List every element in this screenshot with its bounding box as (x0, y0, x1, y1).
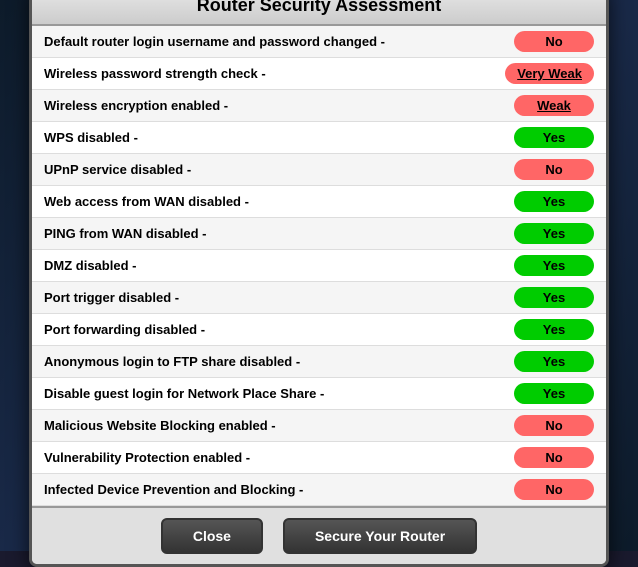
status-badge: No (514, 159, 594, 180)
row-label: Malicious Website Blocking enabled - (44, 418, 514, 433)
table-row: PING from WAN disabled -Yes (32, 218, 606, 250)
status-badge: Yes (514, 191, 594, 212)
row-label: Disable guest login for Network Place Sh… (44, 386, 514, 401)
row-label: WPS disabled - (44, 130, 514, 145)
table-row: Port forwarding disabled -Yes (32, 314, 606, 346)
row-label: Port trigger disabled - (44, 290, 514, 305)
row-label: Port forwarding disabled - (44, 322, 514, 337)
status-badge: Weak (514, 95, 594, 116)
table-row: Malicious Website Blocking enabled -No (32, 410, 606, 442)
status-badge: No (514, 479, 594, 500)
table-row: Wireless encryption enabled -Weak (32, 90, 606, 122)
table-row: DMZ disabled -Yes (32, 250, 606, 282)
status-badge: Very Weak (505, 63, 594, 84)
table-row: Infected Device Prevention and Blocking … (32, 474, 606, 506)
status-badge: Yes (514, 127, 594, 148)
row-label: PING from WAN disabled - (44, 226, 514, 241)
table-row: WPS disabled -Yes (32, 122, 606, 154)
status-badge: Yes (514, 351, 594, 372)
router-security-modal: Router Security Assessment Default route… (29, 0, 609, 567)
modal-title: Router Security Assessment (197, 0, 441, 15)
row-label: Wireless password strength check - (44, 66, 505, 81)
secure-router-button[interactable]: Secure Your Router (283, 518, 477, 554)
status-badge: Yes (514, 383, 594, 404)
status-badge: Yes (514, 319, 594, 340)
row-label: Web access from WAN disabled - (44, 194, 514, 209)
status-badge: No (514, 447, 594, 468)
row-label: Wireless encryption enabled - (44, 98, 514, 113)
table-row: Default router login username and passwo… (32, 26, 606, 58)
row-label: Vulnerability Protection enabled - (44, 450, 514, 465)
table-row: Vulnerability Protection enabled -No (32, 442, 606, 474)
status-badge: No (514, 415, 594, 436)
modal-header: Router Security Assessment (32, 0, 606, 26)
status-badge: No (514, 31, 594, 52)
row-label: UPnP service disabled - (44, 162, 514, 177)
row-label: Default router login username and passwo… (44, 34, 514, 49)
row-label: Anonymous login to FTP share disabled - (44, 354, 514, 369)
table-row: Wireless password strength check -Very W… (32, 58, 606, 90)
table-row: Disable guest login for Network Place Sh… (32, 378, 606, 410)
close-button[interactable]: Close (161, 518, 263, 554)
table-row: Anonymous login to FTP share disabled -Y… (32, 346, 606, 378)
row-label: Infected Device Prevention and Blocking … (44, 482, 514, 497)
table-row: Web access from WAN disabled -Yes (32, 186, 606, 218)
table-row: Port trigger disabled -Yes (32, 282, 606, 314)
modal-footer: Close Secure Your Router (32, 506, 606, 564)
row-label: DMZ disabled - (44, 258, 514, 273)
status-badge: Yes (514, 223, 594, 244)
modal-body: Default router login username and passwo… (32, 26, 606, 506)
status-badge: Yes (514, 287, 594, 308)
table-row: UPnP service disabled -No (32, 154, 606, 186)
status-badge: Yes (514, 255, 594, 276)
